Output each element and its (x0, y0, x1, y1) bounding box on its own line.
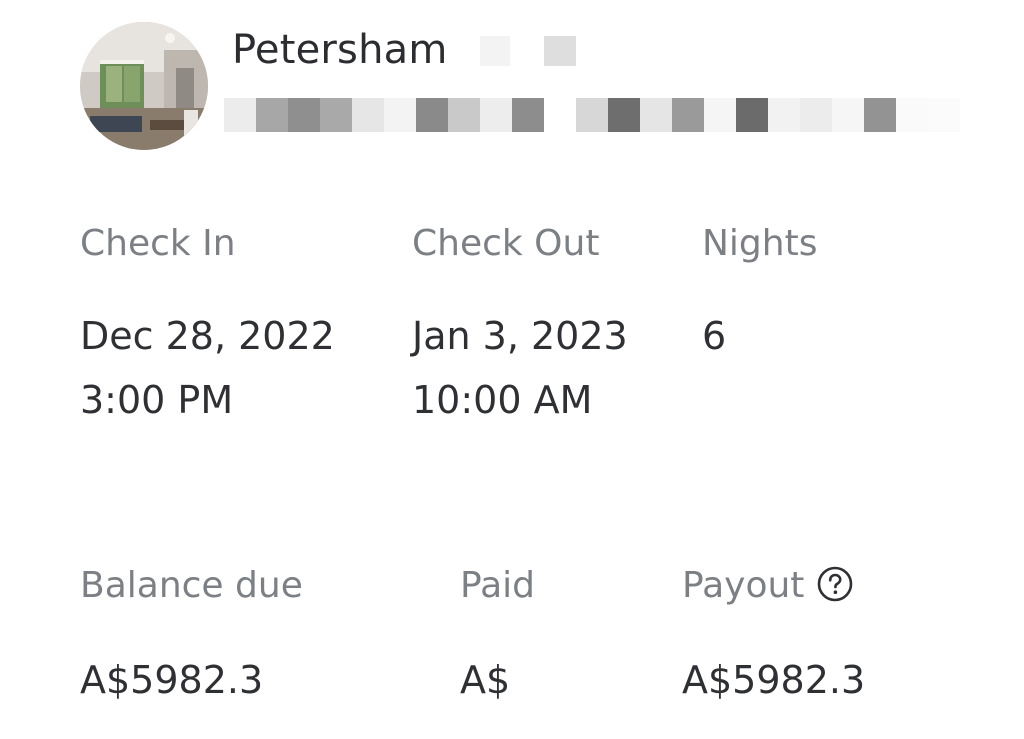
payout-label: Payout (682, 565, 805, 606)
check-in-time: 3:00 PM (80, 378, 234, 422)
check-in-value: Dec 28, 2022 3:00 PM (80, 304, 335, 432)
payout-value: A$5982.3 (682, 658, 866, 702)
property-name: Petersham (232, 27, 448, 73)
payout-label-group: Payout (682, 564, 854, 608)
check-in-label: Check In (80, 223, 236, 264)
check-out-label: Check Out (412, 223, 600, 264)
redacted-name-suffix (480, 36, 580, 66)
nights-value: 6 (702, 314, 727, 358)
redacted-address (224, 98, 964, 132)
paid-label: Paid (460, 565, 536, 606)
help-circle-icon[interactable] (816, 565, 854, 603)
balance-due-value: A$5982.3 (80, 658, 264, 702)
property-avatar (80, 22, 208, 150)
property-photo-icon (80, 22, 208, 150)
paid-value: A$ (460, 658, 511, 702)
balance-due-label: Balance due (80, 565, 303, 606)
check-out-date: Jan 3, 2023 (412, 314, 628, 358)
nights-label: Nights (702, 223, 818, 264)
check-out-value: Jan 3, 2023 10:00 AM (412, 304, 628, 432)
check-in-date: Dec 28, 2022 (80, 314, 335, 358)
check-out-time: 10:00 AM (412, 378, 593, 422)
